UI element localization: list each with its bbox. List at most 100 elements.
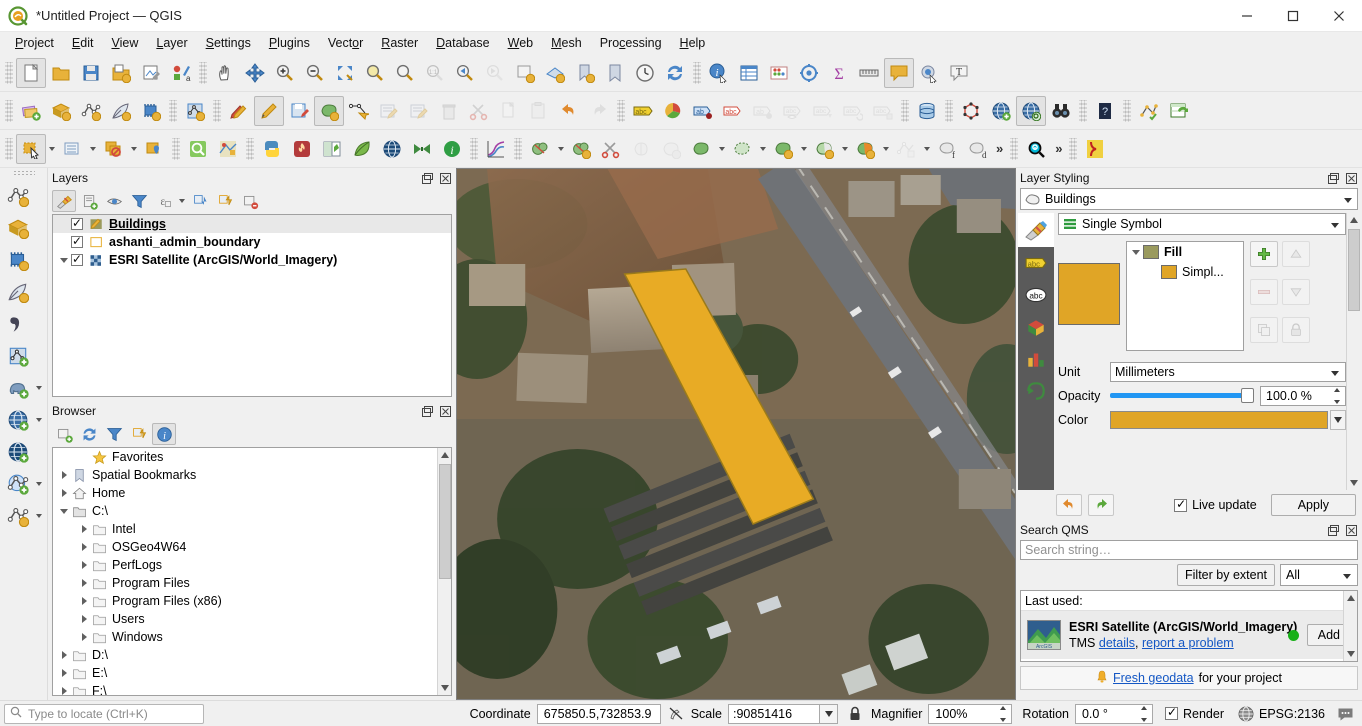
georeferencer-button[interactable] <box>1134 96 1164 126</box>
undo-button[interactable] <box>554 96 584 126</box>
chevron-down-icon[interactable] <box>128 134 139 164</box>
route-plugin-button[interactable] <box>1080 134 1110 164</box>
3d-view-tab[interactable] <box>1023 315 1049 339</box>
collapse-all-button[interactable] <box>213 190 237 212</box>
layer-styling-scrollbar[interactable] <box>1346 213 1360 490</box>
float-panel-icon[interactable] <box>1326 171 1341 185</box>
show-map-tips-button[interactable] <box>914 58 944 88</box>
text-annotation-button[interactable]: T <box>944 58 974 88</box>
diagrams-tab[interactable] <box>1023 347 1049 371</box>
simplify-button[interactable] <box>686 134 716 164</box>
new-shapefile-button[interactable] <box>180 96 210 126</box>
new-project-button[interactable] <box>16 57 46 88</box>
convex-hull-button[interactable] <box>768 134 798 164</box>
split-features-button[interactable] <box>596 134 626 164</box>
add-mesh-layer-button[interactable] <box>3 245 33 275</box>
history-tab[interactable] <box>1023 379 1049 403</box>
browser-item-3[interactable]: C:\ <box>53 502 437 520</box>
expander-icon[interactable] <box>57 466 71 484</box>
qms-results-list[interactable]: Last used: ArcGIS ESRI Satellite (ArcGIS… <box>1020 590 1358 662</box>
shape-d-button[interactable]: d <box>962 134 992 164</box>
layer-visibility-checkbox[interactable] <box>71 216 83 230</box>
qms-search-input[interactable]: Search string… <box>1020 540 1358 560</box>
style-manager-button[interactable]: a <box>166 58 196 88</box>
save-project-button[interactable] <box>76 58 106 88</box>
float-panel-icon[interactable] <box>420 171 435 185</box>
close-panel-icon[interactable] <box>438 171 453 185</box>
toolbar-grip[interactable] <box>470 137 478 160</box>
refresh-browser-button[interactable] <box>77 423 101 445</box>
undo-icon[interactable] <box>1056 494 1082 516</box>
qms-search-button[interactable] <box>1016 95 1046 126</box>
toggle-extents-icon[interactable] <box>668 706 684 721</box>
expander-icon[interactable] <box>57 484 71 502</box>
chevron-down-icon[interactable] <box>33 373 44 403</box>
new-print-layout-button[interactable] <box>136 58 166 88</box>
toolbar-grip[interactable] <box>1069 137 1078 160</box>
new-map-view-button[interactable] <box>510 58 540 88</box>
manage-map-themes-button[interactable] <box>102 190 126 212</box>
layer-diagram-button[interactable] <box>658 96 688 126</box>
filter-legend-button[interactable] <box>127 190 151 212</box>
menu-vector[interactable]: Vector <box>319 34 372 52</box>
live-update-checkbox[interactable]: Live update <box>1174 497 1257 512</box>
symbology-tab[interactable] <box>1018 213 1054 247</box>
qms-report-link[interactable]: report a problem <box>1142 636 1234 650</box>
fresh-geodata-link[interactable]: Fresh geodata <box>1113 671 1194 685</box>
deselect-features-button[interactable] <box>98 134 128 164</box>
qms-details-link[interactable]: details <box>1099 636 1135 650</box>
toolbar-grip[interactable] <box>5 61 13 84</box>
menu-database[interactable]: Database <box>427 34 499 52</box>
locate-input[interactable]: Type to locate (Ctrl+K) <box>4 703 204 724</box>
scroll-down-arrow[interactable] <box>1344 647 1357 661</box>
pan-selection-button[interactable] <box>240 58 270 88</box>
browser-item-9[interactable]: Users <box>53 610 437 628</box>
minimize-button[interactable] <box>1224 0 1270 32</box>
add-delimited-text-layer-button[interactable] <box>3 277 33 307</box>
symbol-layer-row-1[interactable]: Simpl... <box>1127 262 1243 282</box>
scale-dropdown-button[interactable] <box>820 703 838 724</box>
zoom-full-button[interactable] <box>330 58 360 88</box>
layers-tree[interactable]: Buildings ashanti_admin_boundary ESRI Sate… <box>52 214 452 397</box>
menu-layer[interactable]: Layer <box>147 34 196 52</box>
qms-type-filter-combo[interactable]: All <box>1280 564 1358 586</box>
open-project-button[interactable] <box>46 58 76 88</box>
crs-globe-icon[interactable] <box>1238 706 1254 722</box>
expression-filter-button[interactable]: ε <box>152 190 176 212</box>
collapse-all-button[interactable] <box>127 423 151 445</box>
browser-item-12[interactable]: E:\ <box>53 664 437 682</box>
add-polygon-feature-button[interactable] <box>314 95 344 126</box>
globe-plugin-button[interactable] <box>377 134 407 164</box>
expander-icon[interactable] <box>57 682 71 695</box>
add-wcs-layer-button[interactable] <box>3 437 33 467</box>
chevron-down-icon[interactable] <box>177 190 187 212</box>
chevron-down-icon[interactable] <box>87 134 98 164</box>
toolbar-grip[interactable] <box>514 137 522 160</box>
expander-icon[interactable] <box>77 610 91 628</box>
layer-item-0[interactable]: Buildings <box>53 215 451 233</box>
toolbar-grip[interactable] <box>1123 99 1131 122</box>
scale-field[interactable]: :90851416 <box>728 703 820 724</box>
metasearch-button[interactable] <box>1046 96 1076 126</box>
layout-manager-button[interactable] <box>317 134 347 164</box>
save-project-as-button[interactable] <box>106 58 136 88</box>
close-button[interactable] <box>1316 0 1362 32</box>
opacity-slider[interactable] <box>1110 386 1256 406</box>
layer-item-1[interactable]: ashanti_admin_boundary <box>53 233 451 251</box>
data-source-manager-button[interactable] <box>16 96 46 126</box>
render-check[interactable] <box>1164 705 1178 720</box>
chevron-down-icon[interactable] <box>716 134 727 164</box>
menu-project[interactable]: Project <box>6 34 63 52</box>
chevron-down-icon[interactable] <box>33 469 44 499</box>
toolbar-grip[interactable] <box>693 61 701 84</box>
toolbar-grip[interactable] <box>945 99 953 122</box>
masks-tab[interactable]: abc <box>1023 283 1049 307</box>
open-attribute-table-button[interactable] <box>734 58 764 88</box>
add-raster-layer-button[interactable] <box>46 96 76 126</box>
pan-map-button[interactable] <box>210 58 240 88</box>
unit-combo[interactable]: Millimeters <box>1110 361 1346 382</box>
toolbar-grip[interactable] <box>5 137 13 160</box>
toolbar-grip[interactable] <box>617 99 625 122</box>
toolbar-grip[interactable] <box>246 137 254 160</box>
toolbar-grip[interactable] <box>1079 99 1087 122</box>
